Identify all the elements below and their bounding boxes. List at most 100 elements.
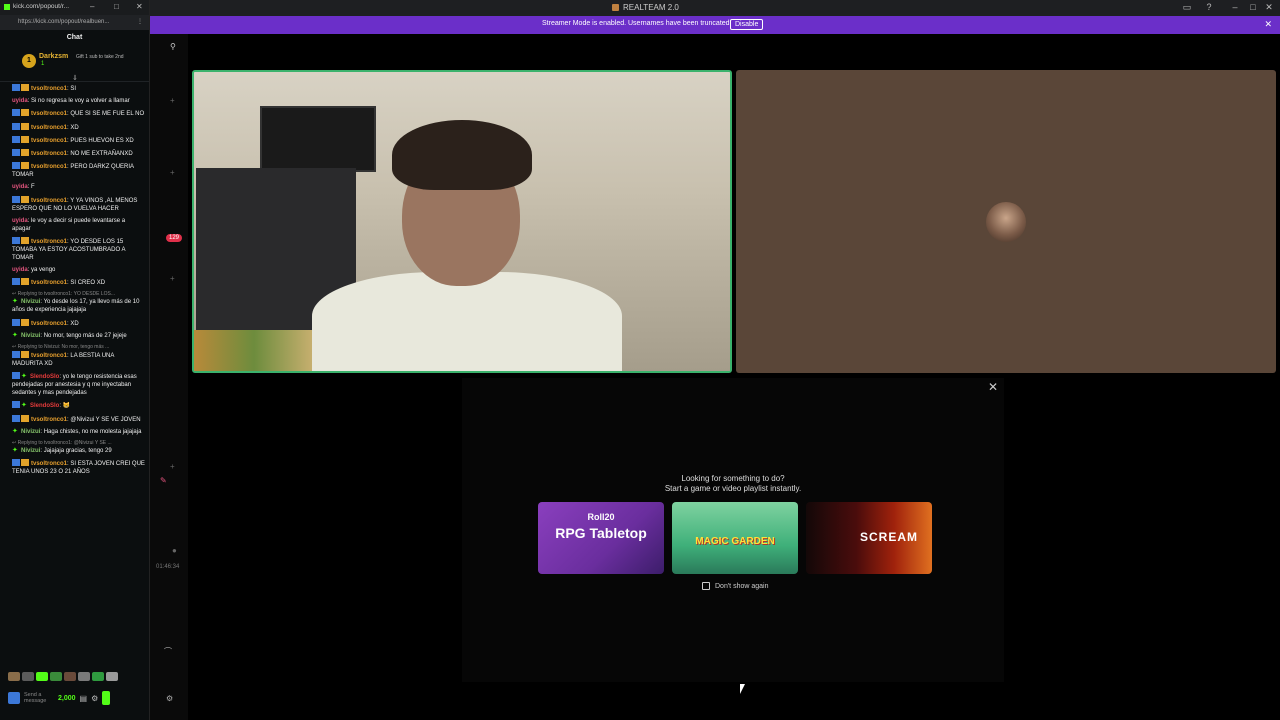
chat-username[interactable]: tvsoltronco1 [31,198,67,204]
emote-icon[interactable] [78,672,90,681]
kick-minimize-icon[interactable]: – [90,2,94,11]
chat-username[interactable]: tvsoltronco1 [31,151,67,157]
help-icon[interactable]: ? [1202,2,1216,12]
disable-streamer-mode-button[interactable]: Disable [730,19,764,30]
vip-badge-icon [12,84,20,91]
chat-username[interactable]: tvsoltronco1 [31,86,67,92]
plus-icon-3[interactable]: + [170,274,175,283]
emote-icon[interactable] [36,672,48,681]
emote-icon[interactable] [22,672,34,681]
emote-icon[interactable] [64,672,76,681]
chat-username[interactable]: SlendoSlo [30,374,59,380]
activity-cards: Roll20 RPG Tabletop MAGIC GARDEN SCREAM [538,502,932,574]
chat-message: ✦ SlendoSlo: yo le tengo resistencia esas… [12,372,145,397]
chat-username[interactable]: Nivizui [21,299,40,305]
headset-icon[interactable]: ⌒ [164,646,172,657]
chat-message: tvsoltronco1: LA BESTIA UNA MADURITA XD [12,351,145,368]
og-badge-icon: ✦ [12,427,18,435]
call-timer: 01:46:34 [156,564,180,570]
chat-message: ✦ Nivizui: Jajajaja gracias, tengo 29 [12,447,145,455]
main-window-title: REALTEAM 2.0 [612,3,679,12]
main-titlebar: REALTEAM 2.0 ▭ ? – □ ✕ [150,0,1280,16]
chat-username[interactable]: tvsoltronco1 [31,321,67,327]
send-chat-button[interactable] [102,691,111,705]
gift-icon[interactable]: ▤ [80,694,88,703]
plus-icon-2[interactable]: + [170,168,175,177]
chat-message: tvsoltronco1: NO ME EXTRAÑANXD [12,148,145,158]
activity-card-rpg-tabletop[interactable]: Roll20 RPG Tabletop [538,502,664,574]
activity-close-icon[interactable]: ✕ [988,380,998,394]
chat-reply-context[interactable]: ↩ Replying to Nivizui: No mor, tengo más… [12,344,145,350]
chat-text: ya vengo [31,267,56,274]
close-icon[interactable]: ✕ [1262,2,1276,13]
chat-username[interactable]: tvsoltronco1 [31,417,67,423]
emote-icon[interactable] [50,672,62,681]
chat-input[interactable]: Send a message [24,692,54,704]
chat-text: PUES HUEVON ES XD [70,137,134,144]
chat-username[interactable]: uyida [12,184,28,190]
chat-username[interactable]: Nivizui [21,333,40,339]
maximize-icon[interactable]: □ [1246,2,1260,12]
activity-card-scream[interactable]: SCREAM [806,502,932,574]
gift-sub-prompt[interactable]: Gift 1 sub to take 2nd [76,54,136,60]
pin-icon[interactable]: ⚲ [170,42,176,51]
chat-username[interactable]: tvsoltronco1 [31,138,67,144]
kick-url-menu-icon[interactable]: ⋮ [137,18,143,25]
chat-text: NO ME EXTRAÑANXD [70,150,133,157]
emote-picker-icon[interactable] [8,692,20,704]
dont-show-again[interactable]: Don't show again [702,582,768,590]
chat-username[interactable]: uyida [12,98,28,104]
chat-username[interactable]: tvsoltronco1 [31,111,67,117]
og-badge-icon: ✦ [21,402,27,410]
chat-username[interactable]: tvsoltronco1 [31,353,67,359]
emote-icon[interactable] [92,672,104,681]
chat-username[interactable]: tvsoltronco1 [31,280,67,286]
kick-maximize-icon[interactable]: □ [114,2,119,11]
chat-message: tvsoltronco1: SI CREO XD [12,278,145,287]
side-rail: ⚲ + + 129 + + ✎ 01:46:34 ● ⌒ ⚙ [150,34,188,720]
kick-close-icon[interactable]: ✕ [136,2,143,11]
inbox-icon[interactable]: ▭ [1180,2,1194,13]
window-title-text: REALTEAM 2.0 [623,3,679,12]
emote-icon[interactable] [8,672,20,681]
vip-badge-icon [12,135,20,143]
streamer-bar-close-icon[interactable]: ✕ [1264,19,1272,30]
channel-points[interactable]: 2,000 [58,695,76,702]
plus-icon[interactable]: + [170,96,175,105]
chat-username[interactable]: tvsoltronco1 [31,461,67,467]
vip-badge-icon [12,236,20,244]
vip-badge-icon [12,122,20,130]
chat-text: Si no regresa le voy a volver a llamar [31,98,130,105]
sub-badge-icon [21,122,29,130]
chat-reply-context[interactable]: ↩ Replying to tvsoltronco1: @Nivizui Y S… [12,440,145,446]
dont-show-checkbox[interactable] [702,582,710,590]
chat-username[interactable]: Nivizui [21,429,40,435]
plus-icon-4[interactable]: + [170,462,175,471]
activity-card-magic-garden[interactable]: MAGIC GARDEN [672,502,798,574]
kick-address-bar[interactable]: https://kick.com/popout/realbuen... ⋮ [0,15,149,30]
card-title: RPG Tabletop [555,525,647,541]
chat-settings-icon[interactable]: ⚙ [91,694,98,703]
expand-icon[interactable]: ⇓ [72,74,78,82]
minimize-icon[interactable]: – [1228,2,1242,12]
chat-message: uyida: ya vengo [12,266,145,274]
chat-text: QUE SI SE ME FUE EL NO [70,111,145,118]
chat-username[interactable]: uyida [12,218,28,224]
video-tile-participant[interactable] [736,70,1276,373]
chat-reply-context[interactable]: ↩ Replying to tvsoltronco1: YO DESDE LOS… [12,291,145,297]
mention-badge[interactable]: 129 [166,234,183,242]
chat-username[interactable]: tvsoltronco1 [31,239,67,245]
chat-username[interactable]: tvsoltronco1 [31,164,67,170]
video-tile-streamer[interactable] [192,70,732,373]
pencil-icon[interactable]: ✎ [160,476,167,485]
settings-icon[interactable]: ⚙ [166,694,173,703]
chat-username[interactable]: Nivizui [21,448,40,454]
chat-username[interactable]: uyida [12,267,28,273]
chat-text: SI [70,86,77,92]
chat-username[interactable]: tvsoltronco1 [31,125,67,131]
chat-message: tvsoltronco1: QUE SI SE ME FUE EL NO [12,109,145,118]
chat-message: tvsoltronco1: XD [12,318,145,328]
chat-username[interactable]: SlendoSlo [30,403,59,409]
emote-icon[interactable] [106,672,118,681]
gifter-name[interactable]: Darkzsm [39,53,68,60]
